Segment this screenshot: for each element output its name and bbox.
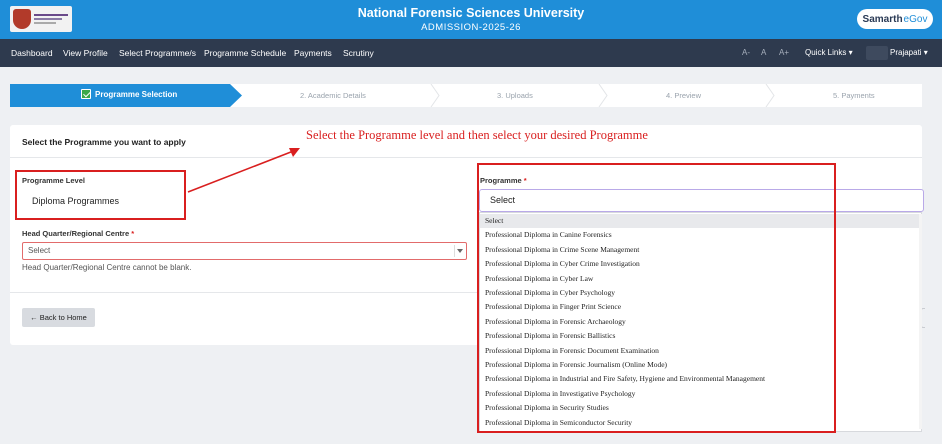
font-normal-button[interactable]: A xyxy=(761,48,766,57)
dropdown-scrollbar[interactable] xyxy=(919,214,922,429)
nav-select-programmes[interactable]: Select Programme/s xyxy=(119,48,196,58)
required-marker: * xyxy=(131,229,135,238)
select-separator xyxy=(454,245,455,257)
chevron-down-icon xyxy=(457,249,463,253)
nav-view-profile[interactable]: View Profile xyxy=(63,48,108,58)
step-academic-details[interactable]: 2. Academic Details xyxy=(300,91,366,100)
highlight-box-programme xyxy=(477,163,836,433)
university-title: National Forensic Sciences University xyxy=(357,6,585,20)
samarth-egov-badge[interactable]: Samarth eGov xyxy=(857,9,933,29)
main-navbar: Dashboard View Profile Select Programme/… xyxy=(0,39,942,67)
hq-select-value: Select xyxy=(28,246,51,255)
font-increase-button[interactable]: A+ xyxy=(779,48,789,57)
back-to-home-button[interactable]: ← Back to Home xyxy=(22,308,95,327)
divider xyxy=(10,157,922,158)
step-separator xyxy=(765,84,775,107)
nav-payments[interactable]: Payments xyxy=(294,48,332,58)
card-heading: Select the Programme you want to apply xyxy=(22,137,186,147)
step-active-content: Programme Selection xyxy=(81,89,177,99)
avatar[interactable] xyxy=(866,46,888,60)
nav-dashboard[interactable]: Dashboard xyxy=(11,48,53,58)
highlight-box-level xyxy=(15,170,186,220)
nav-programme-schedule[interactable]: Programme Schedule xyxy=(204,48,286,58)
instruction-annotation: Select the Programme level and then sele… xyxy=(306,128,648,142)
admission-subtitle: ADMISSION-2025-26 xyxy=(421,22,521,33)
nav-scrutiny[interactable]: Scrutiny xyxy=(343,48,374,58)
font-decrease-button[interactable]: A- xyxy=(742,48,750,57)
hq-select[interactable]: Select xyxy=(22,242,467,260)
quick-links-menu[interactable]: Quick Links ▾ xyxy=(805,48,853,57)
hq-label-text: Head Quarter/Regional Centre xyxy=(22,229,130,238)
user-menu[interactable]: Prajapati ▾ xyxy=(890,48,928,57)
step-separator xyxy=(430,84,440,107)
step-payments[interactable]: 5. Payments xyxy=(833,91,875,100)
step-separator xyxy=(598,84,608,107)
badge-main-text: Samarth xyxy=(862,13,903,25)
hq-label: Head Quarter/Regional Centre * xyxy=(22,229,134,238)
step-uploads[interactable]: 3. Uploads xyxy=(497,91,533,100)
step-label-active: Programme Selection xyxy=(95,89,178,99)
badge-accent-text: eGov xyxy=(903,13,928,25)
step-preview[interactable]: 4. Preview xyxy=(666,91,701,100)
hq-error-message: Head Quarter/Regional Centre cannot be b… xyxy=(22,263,192,272)
annotation-arrow-icon xyxy=(187,148,300,193)
check-icon xyxy=(81,89,91,99)
